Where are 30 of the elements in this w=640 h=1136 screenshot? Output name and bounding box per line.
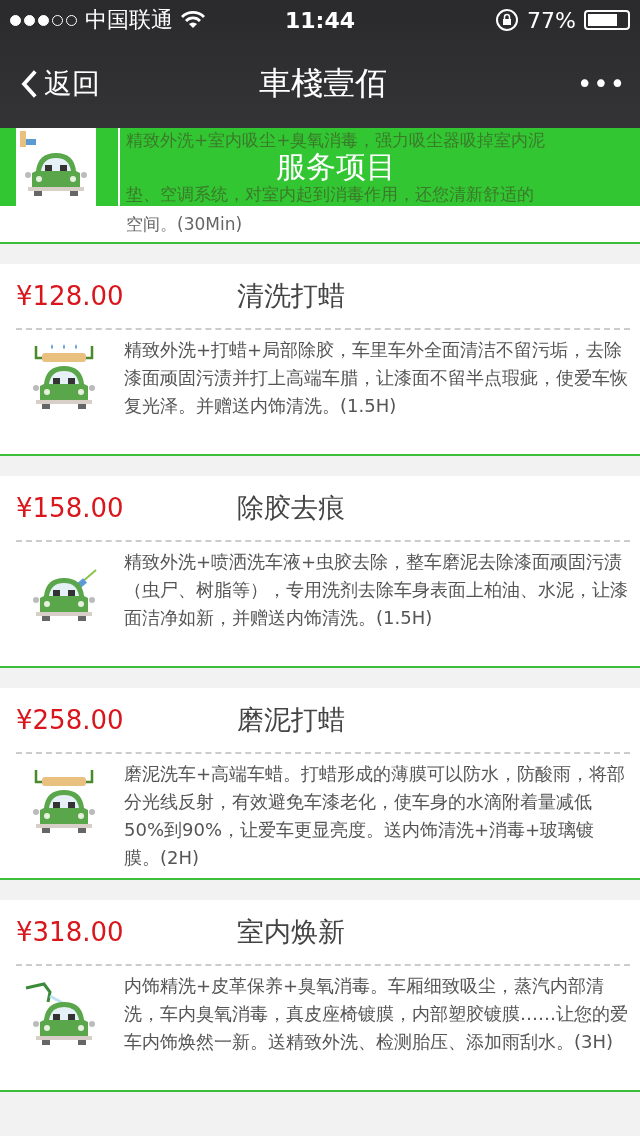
wifi-icon	[181, 11, 205, 29]
carrier-name: 中国联通	[85, 6, 173, 34]
service-description: 磨泥洗车+高端车蜡。打蜡形成的薄膜可以防水，防酸雨，将部分光线反射，有效避免车漆老化，使车身的水滴附着量减低50%到90%，让爱车更显亮度。送内饰清洗+消毒+玻璃镀膜。(2H)	[124, 762, 627, 870]
service-name: 磨泥打蜡	[237, 703, 345, 737]
battery-percent: 77%	[527, 7, 576, 33]
service-price: ¥318.00	[16, 917, 125, 947]
service-price: ¥128.00	[16, 281, 125, 311]
service-price: ¥258.00	[16, 705, 125, 735]
battery-icon	[584, 10, 630, 30]
section-title: 服务项目	[274, 152, 397, 182]
service-description: 精致外洗+打蜡+局部除胶，车里车外全面清洁不留污垢，去除漆面顽固污渍并打上高端车腊，让漆面不留半点瑕疵，使爱车恢复光泽。并赠送内饰清洗。(1.5H)	[124, 338, 629, 418]
service-name: 除胶去痕	[237, 491, 345, 525]
service-card[interactable]: ¥158.00 除胶去痕 精致外洗+喷洒洗车液+虫胶去除，整车磨泥去除漆面顽固污渍（虫尸、树脂等），专用洗剂去除车身表面上柏油、水泥，让漆面洁净如新，并赠送内饰清洗。(1.5H)	[0, 476, 640, 668]
chevron-left-icon	[20, 69, 38, 99]
service-description: 精致外洗+喷洒洗车液+虫胶去除，整车磨泥去除漆面顽固污渍（虫尸、树脂等），专用洗剂去除车身表面上柏油、水泥，让漆面洁净如新，并赠送内饰清洗。(1.5H)	[124, 550, 629, 630]
service-description: 内饰精洗+皮革保养+臭氧消毒。车厢细致吸尘，蒸汽内部清洗，车内臭氧消毒，真皮座椅镀膜，内部塑胶镀膜……让您的爱车内饰焕然一新。送精致外洗、检测胎压、添加雨刮水。(3H)	[124, 974, 629, 1054]
service-card[interactable]: ¥318.00 室内焕新 内饰精洗+皮革保养+臭氧消毒。车厢细致吸尘，蒸汽内部清洗，车内臭氧消毒，真皮座椅镀膜，内部塑胶镀膜……让您的爱车内饰焕然一新。送精致外洗、检测胎压、添加雨刮水。(3H)	[0, 900, 640, 1092]
service-name: 清洗打蜡	[237, 279, 345, 313]
page-title: 車棧壹佰	[259, 63, 387, 104]
service-description: 垫、空调系统，对室内起到消毒作用，还您清新舒适的	[126, 183, 535, 206]
service-price: ¥158.00	[16, 493, 125, 523]
service-description: 空间。(30Min)	[126, 213, 243, 236]
service-name: 室内焕新	[237, 915, 345, 949]
rotation-lock-icon	[495, 8, 520, 32]
more-button[interactable]: •••	[476, 69, 626, 99]
service-description: 精致外洗+室内吸尘+臭氧消毒，强力吸尘器吸掉室内泥	[126, 129, 546, 152]
service-card[interactable]: ¥258.00 磨泥打蜡 磨泥洗车+高端车蜡。打蜡形成的薄膜可以防水，防酸雨，将部分光线反射，有效避免车漆老化，使车身的水滴附着量减低50%到90%，让爱车更显亮度。送内饰清洗+消毒+玻璃镀膜。(2H)	[0, 688, 640, 880]
service-card[interactable]: ¥128.00 清洗打蜡 精致外洗+打蜡+局部除胶，车里车外全面清洁不留污垢，去除漆面顽固污渍并打上高端车腊，让漆面不留半点瑕疵，使爱车恢复光泽。并赠送内饰清洗。(1.5H)	[0, 264, 640, 456]
back-button[interactable]: 返回	[20, 65, 170, 103]
clock-time: 11:44	[285, 7, 355, 33]
